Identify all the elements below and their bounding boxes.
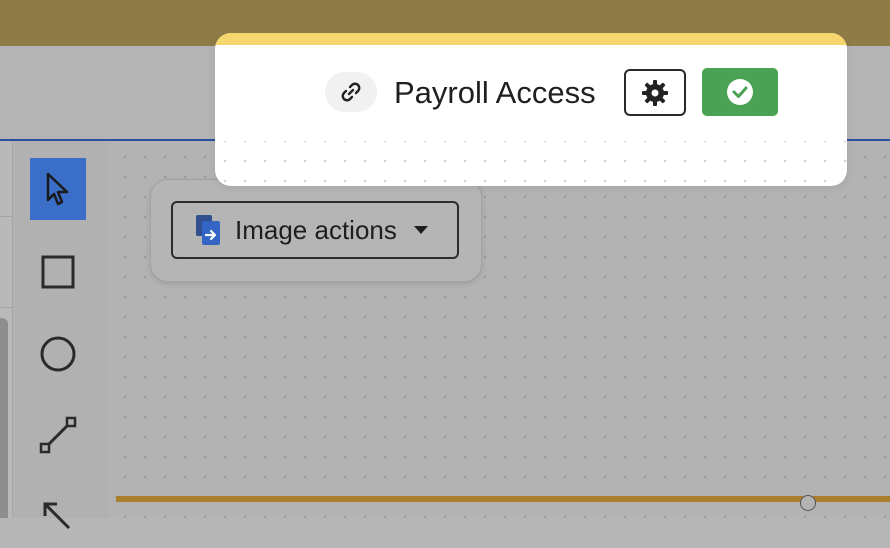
- circle-icon: [40, 336, 76, 372]
- confirm-button[interactable]: [702, 68, 778, 116]
- image-actions-label: Image actions: [235, 214, 397, 245]
- image-actions-dropdown-button[interactable]: Image actions: [171, 201, 459, 259]
- divider: [0, 307, 12, 308]
- link-icon: [341, 82, 361, 102]
- ellipse-tool-button[interactable]: [30, 323, 86, 385]
- gear-icon: [642, 79, 668, 106]
- rectangle-tool-button[interactable]: [30, 241, 86, 303]
- image-files-icon: [193, 213, 223, 247]
- resize-handle[interactable]: [800, 495, 816, 511]
- divider: [0, 216, 12, 217]
- page-link-panel: Payroll Access: [215, 33, 847, 186]
- caret-down-icon: [413, 225, 429, 235]
- selected-shape-edge[interactable]: [116, 496, 890, 502]
- line-icon: [39, 416, 77, 454]
- line-tool-button[interactable]: [30, 404, 86, 466]
- link-button[interactable]: [325, 72, 377, 112]
- arrow-icon: [43, 502, 71, 530]
- drawing-toolbar: [13, 141, 109, 530]
- panel-title: Payroll Access: [394, 75, 596, 110]
- arrow-tool-button[interactable]: [30, 486, 86, 548]
- image-actions-popup: Image actions: [150, 179, 482, 282]
- select-tool-button[interactable]: [30, 158, 86, 220]
- check-circle-icon: [727, 79, 753, 105]
- square-icon: [41, 255, 75, 289]
- panel-grid-preview: [215, 141, 847, 186]
- panel-accent-band: [215, 33, 847, 45]
- settings-button[interactable]: [624, 69, 686, 116]
- cursor-icon: [46, 172, 69, 206]
- scrollbar-thumb[interactable]: [0, 318, 8, 518]
